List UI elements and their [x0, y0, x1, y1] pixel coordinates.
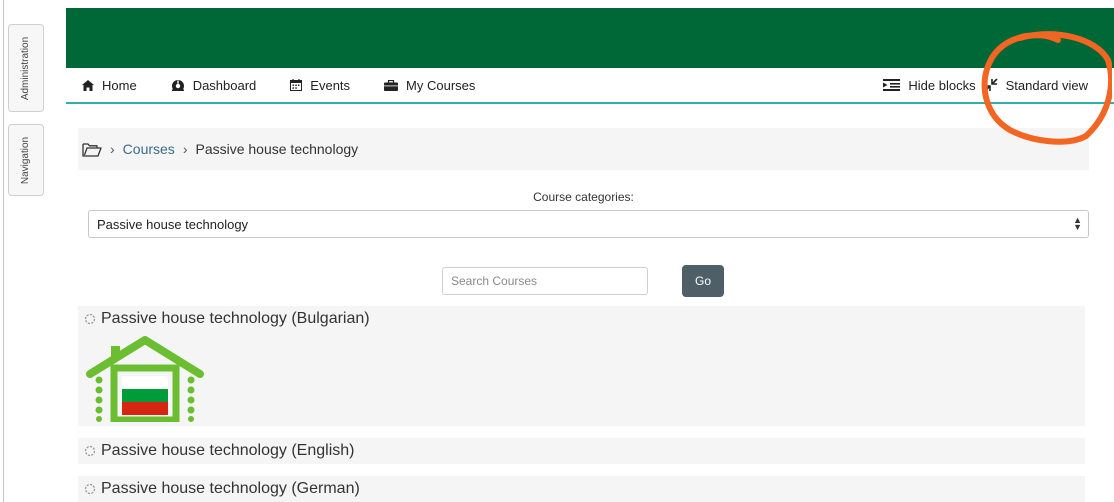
course-category-select[interactable]: Passive house technology ▲ ▼: [88, 210, 1089, 238]
nav-events-label: Events: [310, 77, 351, 93]
administration-tab-label: Administration: [20, 36, 32, 100]
course-link-bulgarian[interactable]: Passive house technology (Bulgarian): [78, 306, 1085, 332]
nav-my-courses-label: My Courses: [406, 77, 476, 93]
hide-blocks-label: Hide blocks: [908, 77, 976, 93]
administration-tab[interactable]: Administration: [8, 24, 44, 112]
course-category-selected: Passive house technology: [97, 216, 249, 232]
breadcrumb: › Courses › Passive house technology: [78, 128, 1089, 170]
breadcrumb-separator: ›: [110, 141, 115, 157]
go-button[interactable]: Go: [682, 265, 724, 297]
expand-icon: [84, 483, 96, 495]
nav-home-label: Home: [102, 77, 137, 93]
folder-icon[interactable]: [82, 142, 102, 157]
nav-events[interactable]: Events: [290, 78, 350, 93]
top-navbar: Home Dashboard Events My Courses Hide bl…: [66, 68, 1114, 104]
course-categories-label: Course categories:: [533, 190, 634, 204]
nav-dashboard-label: Dashboard: [192, 77, 257, 93]
navigation-tab[interactable]: Navigation: [8, 124, 44, 196]
course-box: Passive house technology (German): [78, 476, 1085, 502]
nav-my-courses[interactable]: My Courses: [384, 78, 475, 93]
hide-blocks-icon: [883, 79, 901, 91]
expand-icon: [84, 313, 96, 325]
breadcrumb-separator: ›: [182, 141, 188, 157]
course-title: Passive house technology (German): [101, 480, 360, 497]
search-courses-input[interactable]: [442, 267, 648, 295]
select-arrows-icon: ▲ ▼: [1073, 215, 1082, 232]
course-title: Passive house technology (English): [101, 442, 355, 459]
breadcrumb-current: Passive house technology: [195, 141, 359, 157]
header-banner: [66, 8, 1114, 68]
home-icon: [82, 79, 94, 91]
course-box: Passive house technology (English): [78, 438, 1085, 464]
nav-home[interactable]: Home: [82, 78, 137, 93]
briefcase-icon: [384, 79, 399, 91]
page-edge-line: [3, 0, 4, 502]
navigation-tab-label: Navigation: [20, 136, 32, 184]
hide-blocks-button[interactable]: Hide blocks: [883, 77, 976, 93]
course-link-english[interactable]: Passive house technology (English): [78, 438, 1085, 464]
breadcrumb-courses-link[interactable]: Courses: [123, 141, 175, 157]
course-link-german[interactable]: Passive house technology (German): [78, 476, 1085, 502]
course-house-logo[interactable]: [84, 334, 206, 422]
annotation-circle: [981, 31, 1112, 145]
course-title: Passive house technology (Bulgarian): [101, 310, 370, 327]
expand-icon: [84, 445, 96, 457]
nav-dashboard[interactable]: Dashboard: [171, 77, 257, 93]
dashboard-icon: [171, 80, 184, 91]
calendar-icon: [290, 79, 303, 91]
course-box: Passive house technology (Bulgarian): [78, 306, 1085, 426]
